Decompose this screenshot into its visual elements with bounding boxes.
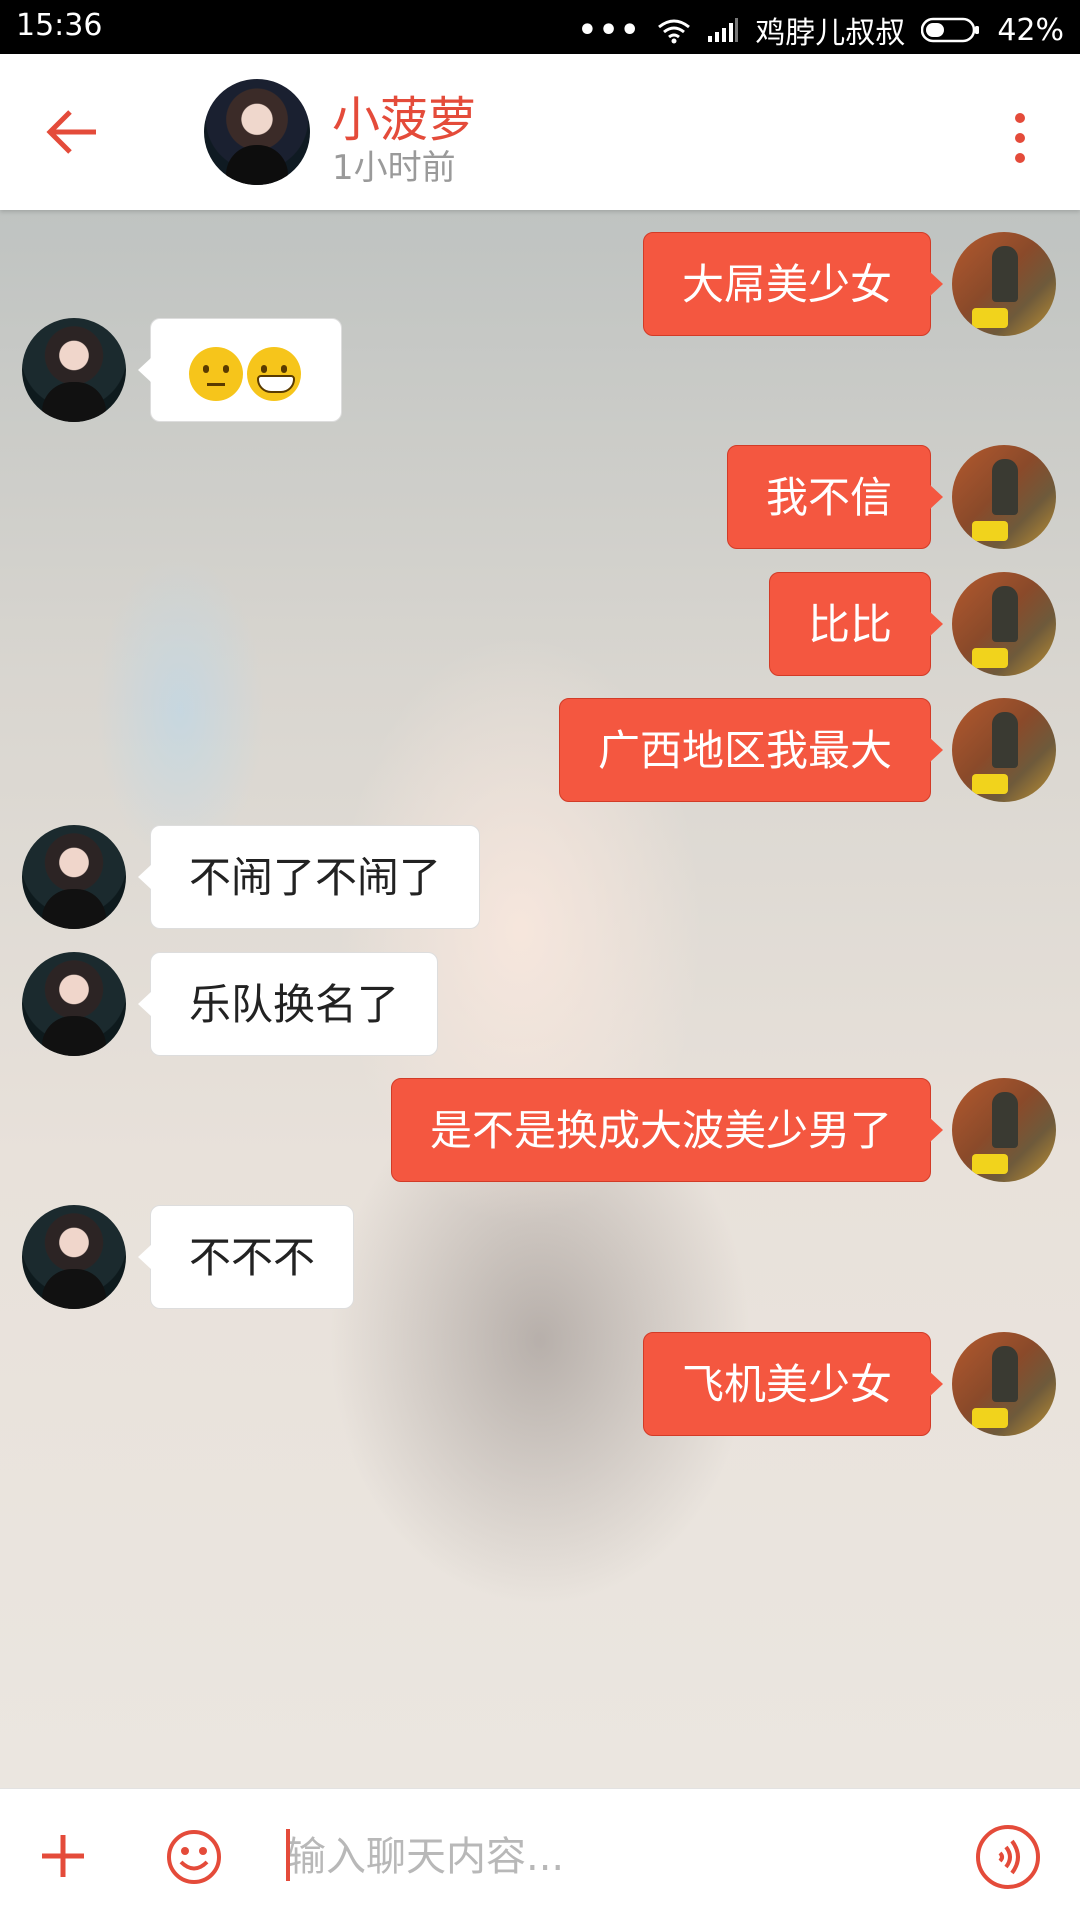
my-avatar[interactable] xyxy=(952,572,1056,676)
last-seen: 1小时前 xyxy=(332,148,456,188)
carrier-name: 鸡脖儿叔叔 xyxy=(755,16,906,51)
status-time: 15:36 xyxy=(16,8,103,43)
battery-percent: 42% xyxy=(997,12,1064,48)
chat-header: 小菠萝 1小时前 xyxy=(0,54,1080,210)
message-bubble[interactable]: 不不不 xyxy=(138,1205,354,1309)
grinning-face-emoji-icon xyxy=(247,346,301,401)
incoming-message: 乐队换名了 xyxy=(0,952,1080,1056)
message-bubble[interactable]: 飞机美少女 xyxy=(643,1332,943,1436)
plus-icon xyxy=(42,1835,84,1877)
status-bar: 15:36 ••• 鸡脖儿叔叔 42% xyxy=(0,0,1080,54)
outgoing-message: 比比 xyxy=(0,572,1080,676)
notification-dots-icon: ••• xyxy=(577,12,642,48)
contact-avatar[interactable] xyxy=(22,318,126,422)
incoming-message: 不闹了不闹了 xyxy=(0,825,1080,929)
emoji-button[interactable] xyxy=(166,1829,222,1885)
message-input[interactable] xyxy=(284,1825,938,1889)
more-vertical-icon xyxy=(1015,113,1025,163)
incoming-message: 不不不 xyxy=(0,1205,1080,1309)
message-list[interactable]: 大屌美少女 我不信 比比 广西地区我最大 不闹了不闹了 乐队换名了 是不是换成大波美少男了不… xyxy=(0,210,1080,1788)
my-avatar[interactable] xyxy=(952,698,1056,802)
message-bubble[interactable]: 我不信 xyxy=(727,445,943,549)
text-caret xyxy=(286,1829,290,1881)
contact-avatar[interactable] xyxy=(204,79,310,185)
contact-avatar[interactable] xyxy=(22,825,126,929)
message-bubble[interactable]: 比比 xyxy=(769,572,943,676)
my-avatar[interactable] xyxy=(952,1078,1056,1182)
signal-icon xyxy=(707,18,739,42)
neutral-face-emoji-icon xyxy=(189,346,243,401)
outgoing-message: 我不信 xyxy=(0,445,1080,549)
back-arrow-icon xyxy=(46,110,96,154)
smiley-icon xyxy=(167,1830,221,1884)
wifi-icon xyxy=(657,18,691,44)
voice-icon xyxy=(976,1825,1040,1889)
contact-avatar[interactable] xyxy=(22,952,126,1056)
message-bubble[interactable]: 广西地区我最大 xyxy=(559,698,943,802)
input-bar xyxy=(0,1788,1080,1921)
message-bubble[interactable]: 是不是换成大波美少男了 xyxy=(391,1078,943,1182)
message-bubble[interactable]: 乐队换名了 xyxy=(138,952,438,1056)
contact-avatar[interactable] xyxy=(22,1205,126,1309)
back-button[interactable] xyxy=(40,102,110,162)
voice-button[interactable] xyxy=(974,1823,1042,1891)
attach-button[interactable] xyxy=(40,1833,86,1879)
my-avatar[interactable] xyxy=(952,1332,1056,1436)
battery-icon xyxy=(921,17,981,43)
outgoing-message: 广西地区我最大 xyxy=(0,698,1080,802)
incoming-message xyxy=(0,318,1080,422)
outgoing-message: 是不是换成大波美少男了 xyxy=(0,1078,1080,1182)
message-bubble[interactable] xyxy=(138,318,342,422)
more-options-button[interactable] xyxy=(1000,108,1040,168)
message-bubble[interactable]: 不闹了不闹了 xyxy=(138,825,480,929)
my-avatar[interactable] xyxy=(952,445,1056,549)
outgoing-message: 飞机美少女 xyxy=(0,1332,1080,1436)
